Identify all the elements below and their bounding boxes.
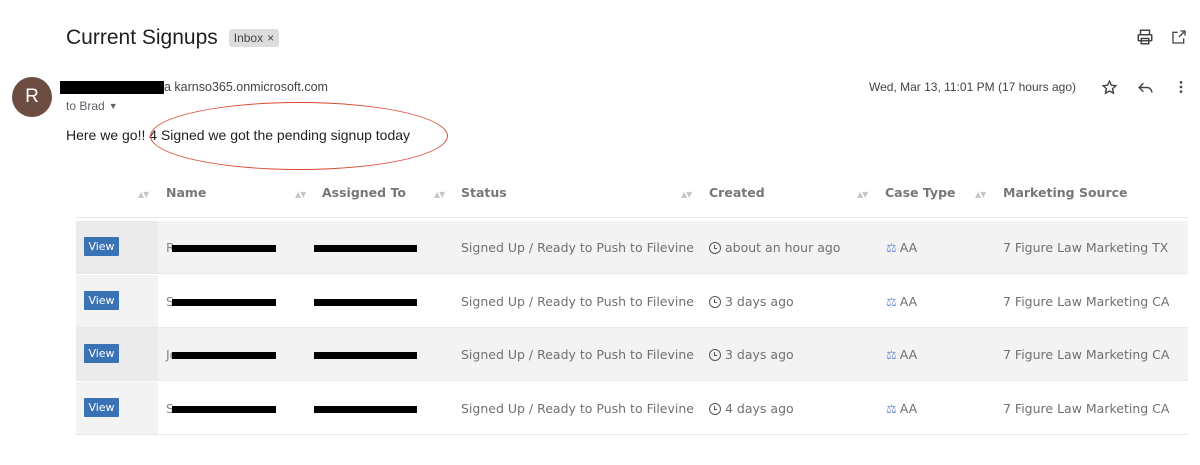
chevron-down-icon[interactable]: ▼ bbox=[109, 101, 118, 111]
clock-icon bbox=[709, 296, 721, 308]
message-date: Wed, Mar 13, 11:01 PM (17 hours ago) bbox=[869, 80, 1076, 94]
marketing-source-cell: 7 Figure Law Marketing CA bbox=[1003, 294, 1170, 309]
marketing-source-cell: 7 Figure Law Marketing CA bbox=[1003, 401, 1170, 416]
recipient-row[interactable]: to Brad ▼ bbox=[66, 99, 118, 113]
table-row: View S Signed Up / Ready to Push to File… bbox=[76, 275, 1188, 328]
case-type-text: AA bbox=[899, 347, 918, 362]
case-type-cell: ⚖ AA bbox=[886, 401, 917, 416]
row-action-cell: View bbox=[76, 328, 158, 380]
case-type-text: AA bbox=[899, 401, 918, 416]
sort-icon[interactable]: ▲▼ bbox=[975, 190, 986, 199]
sort-icon[interactable]: ▲▼ bbox=[434, 190, 445, 199]
reply-icon[interactable] bbox=[1136, 78, 1154, 96]
sender-avatar[interactable]: R bbox=[12, 77, 52, 117]
table-row: View S Signed Up / Ready to Push to File… bbox=[76, 382, 1188, 435]
remove-label-icon[interactable]: × bbox=[267, 31, 274, 45]
case-type-cell: ⚖ AA bbox=[886, 240, 917, 255]
redacted-name bbox=[172, 299, 276, 306]
label-text: Inbox bbox=[233, 31, 264, 45]
case-type-icon: ⚖ bbox=[886, 348, 897, 362]
annotation-circle bbox=[150, 102, 448, 170]
status-cell: Signed Up / Ready to Push to Filevine bbox=[461, 240, 694, 255]
sort-icon[interactable]: ▲▼ bbox=[295, 190, 306, 199]
clock-icon bbox=[709, 242, 721, 254]
redacted-assignee bbox=[314, 299, 417, 306]
sort-icon[interactable]: ▲▼ bbox=[857, 190, 868, 199]
thread-actions bbox=[1136, 28, 1188, 46]
created-cell: 3 days ago bbox=[709, 347, 794, 362]
created-text: 3 days ago bbox=[725, 347, 794, 362]
case-type-icon: ⚖ bbox=[886, 295, 897, 309]
clock-icon bbox=[709, 349, 721, 361]
redacted-assignee bbox=[314, 352, 417, 359]
more-vert-icon[interactable] bbox=[1172, 78, 1190, 96]
header-created[interactable]: Created bbox=[709, 185, 765, 200]
inbox-label-chip[interactable]: Inbox × bbox=[228, 29, 280, 47]
created-text: 4 days ago bbox=[725, 401, 794, 416]
body-prefix: Here we go!! bbox=[66, 127, 150, 143]
created-cell: 4 days ago bbox=[709, 401, 794, 416]
star-icon[interactable] bbox=[1100, 78, 1118, 96]
case-type-cell: ⚖ AA bbox=[886, 347, 917, 362]
header-assigned-to[interactable]: Assigned To bbox=[322, 185, 406, 200]
created-cell: 3 days ago bbox=[709, 294, 794, 309]
case-type-text: AA bbox=[899, 294, 918, 309]
status-cell: Signed Up / Ready to Push to Filevine bbox=[461, 401, 694, 416]
case-type-icon: ⚖ bbox=[886, 241, 897, 255]
redacted-name bbox=[172, 245, 276, 252]
view-button[interactable]: View bbox=[84, 398, 119, 417]
row-action-cell: View bbox=[76, 382, 158, 434]
sender-address: a karnso365.onmicrosoft.com bbox=[164, 80, 328, 94]
message-meta: Wed, Mar 13, 11:01 PM (17 hours ago) bbox=[869, 78, 1190, 96]
case-type-cell: ⚖ AA bbox=[886, 294, 917, 309]
print-icon[interactable] bbox=[1136, 28, 1154, 46]
view-button[interactable]: View bbox=[84, 344, 119, 363]
created-text: 3 days ago bbox=[725, 294, 794, 309]
case-type-text: AA bbox=[899, 240, 918, 255]
row-action-cell: View bbox=[76, 221, 158, 273]
redacted-name bbox=[172, 352, 276, 359]
sender-row: a karnso365.onmicrosoft.com bbox=[60, 80, 328, 94]
table-row: View Jo Signed Up / Ready to Push to Fil… bbox=[76, 328, 1188, 381]
row-action-cell: View bbox=[76, 275, 158, 327]
status-cell: Signed Up / Ready to Push to Filevine bbox=[461, 294, 694, 309]
sort-icon[interactable]: ▲▼ bbox=[138, 190, 149, 199]
created-cell: about an hour ago bbox=[709, 240, 840, 255]
header-case-type[interactable]: Case Type bbox=[885, 185, 956, 200]
clock-icon bbox=[709, 403, 721, 415]
table-row: View R Signed Up / Ready to Push to File… bbox=[76, 221, 1188, 274]
created-text: about an hour ago bbox=[725, 240, 841, 255]
redacted-sender-name bbox=[60, 80, 164, 94]
redacted-name bbox=[172, 406, 276, 413]
sort-icon[interactable]: ▲▼ bbox=[681, 190, 692, 199]
marketing-source-cell: 7 Figure Law Marketing TX bbox=[1003, 240, 1169, 255]
redacted-assignee bbox=[314, 406, 417, 413]
subject-row: Current Signups Inbox × bbox=[66, 26, 280, 50]
recipient-label: to Brad bbox=[66, 99, 105, 113]
table-header: ▲▼ Name ▲▼ Assigned To ▲▼ Status ▲▼ Crea… bbox=[76, 178, 1188, 218]
status-cell: Signed Up / Ready to Push to Filevine bbox=[461, 347, 694, 362]
open-in-new-window-icon[interactable] bbox=[1170, 28, 1188, 46]
view-button[interactable]: View bbox=[84, 291, 119, 310]
case-type-icon: ⚖ bbox=[886, 402, 897, 416]
header-name[interactable]: Name bbox=[166, 185, 206, 200]
email-subject: Current Signups bbox=[66, 26, 218, 49]
marketing-source-cell: 7 Figure Law Marketing CA bbox=[1003, 347, 1170, 362]
header-status[interactable]: Status bbox=[461, 185, 507, 200]
header-marketing-source[interactable]: Marketing Source bbox=[1003, 185, 1128, 200]
view-button[interactable]: View bbox=[84, 237, 119, 256]
redacted-assignee bbox=[314, 245, 417, 252]
